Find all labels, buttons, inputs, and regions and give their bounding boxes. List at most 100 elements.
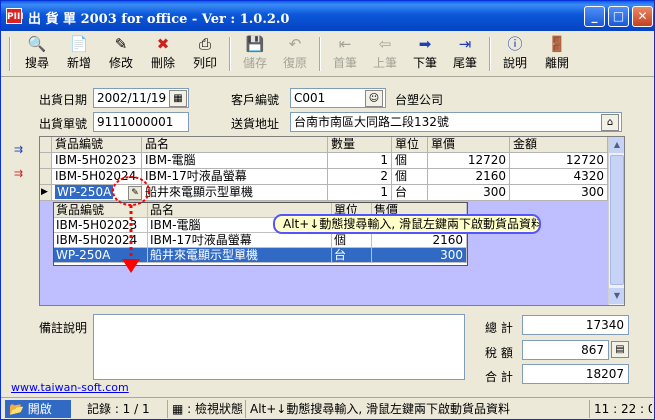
search-button[interactable]: 🔍 搜尋 — [19, 34, 55, 74]
ship-no-label: 出貨單號 — [39, 117, 88, 131]
grid-cell[interactable]: 12720 — [510, 153, 608, 169]
home-icon[interactable]: ⌂ — [601, 114, 619, 131]
toolbar: 🔍 搜尋 📄 新增 ✎ 修改 ✖ 刪除 ⎙ 列印 💾 儲存 ↶ 復原 ⇤ 首筆 ⇦ 上筆 ➡ 下筆 … — [1, 31, 654, 77]
grid-cell[interactable]: IBM-電腦 — [142, 153, 328, 169]
customer-no-label: 客戶編號 — [231, 93, 280, 107]
window-title: 出 貨 單 2003 for office - Ver : 1.0.2.0 — [28, 12, 290, 27]
insert-row-icon[interactable]: ⇉ — [14, 143, 23, 156]
lookup-cell-selected[interactable]: 船井來電顯示型單機 — [148, 248, 332, 263]
grid-cell[interactable]: 300 — [428, 185, 510, 201]
prev-record-button[interactable]: ⇦ 上筆 — [367, 34, 403, 74]
hint-panel: Alt+↓動態搜尋輸入, 滑鼠左鍵兩下啟動貨品資料 — [245, 400, 585, 418]
grand-total-field[interactable]: 18207 — [522, 364, 629, 384]
row-indicator[interactable] — [40, 153, 52, 169]
exit-button[interactable]: 🚪 離開 — [539, 34, 575, 74]
customer-icon[interactable]: ☺ — [365, 90, 383, 107]
calculator-icon[interactable]: ▤ — [611, 341, 629, 358]
address-label: 送貨地址 — [231, 117, 280, 131]
toolbar-separator — [319, 37, 321, 71]
help-icon: ⓘ — [507, 35, 523, 53]
address-field[interactable]: 台南市南區大同路二段132號 — [290, 112, 622, 132]
grid-cell[interactable]: 個 — [392, 153, 428, 169]
grid-scrollbar[interactable]: ▲ ▼ — [608, 137, 624, 305]
edit-icon: ✎ — [114, 35, 128, 53]
exit-icon: 🚪 — [547, 35, 567, 53]
last-record-button[interactable]: ⇥ 尾筆 — [447, 34, 483, 74]
grid-cell[interactable]: IBM-5H02023 — [52, 153, 142, 169]
grid-cell[interactable]: 300 — [510, 185, 608, 201]
grid-cell[interactable]: 船井來電顯示型單機 — [142, 185, 328, 201]
calendar-icon[interactable]: ▦ — [169, 90, 187, 107]
lookup-cell[interactable]: 2160 — [372, 233, 467, 248]
grid-cell[interactable]: 2160 — [428, 169, 510, 185]
mode-panel: ▦ : 檢視狀態 — [167, 400, 243, 418]
grid-cell[interactable]: 4320 — [510, 169, 608, 185]
scroll-up-icon[interactable]: ▲ — [609, 137, 624, 153]
add-icon: 📄 — [69, 35, 89, 53]
app-window: PIII 出 貨 單 2003 for office - Ver : 1.0.2… — [0, 0, 655, 420]
row-indicator[interactable] — [40, 169, 52, 185]
save-button[interactable]: 💾 儲存 — [237, 34, 273, 74]
tax-field[interactable]: 867 — [522, 340, 609, 360]
scroll-down-icon[interactable]: ▼ — [609, 288, 624, 304]
current-row-indicator[interactable]: ▶ — [40, 185, 52, 201]
grand-total-label: 合 計 — [485, 370, 513, 384]
scroll-thumb[interactable] — [610, 155, 624, 285]
notes-textarea[interactable] — [93, 314, 465, 380]
grid-cell[interactable]: 12720 — [428, 153, 510, 169]
grid-corner — [40, 137, 52, 153]
lookup-cell[interactable]: 個 — [332, 233, 372, 248]
next-icon: ➡ — [418, 35, 432, 53]
maximize-button[interactable]: □ — [608, 6, 629, 27]
clock-panel: 11 : 22 : 01 — [589, 400, 652, 418]
toolbar-separator — [9, 37, 11, 71]
total-field[interactable]: 17340 — [522, 315, 629, 335]
grid-icon: ▦ : — [172, 402, 196, 416]
grid-cell[interactable]: 1 — [328, 153, 392, 169]
minimize-button[interactable]: _ — [584, 6, 605, 27]
search-icon: 🔍 — [27, 35, 47, 53]
lookup-cell-selected[interactable]: 台 — [332, 248, 372, 263]
grid-cell[interactable]: 1 — [328, 185, 392, 201]
grid-header[interactable]: 貨品編號 — [52, 137, 142, 153]
print-icon: ⎙ — [198, 35, 211, 53]
delete-icon: ✖ — [156, 35, 170, 53]
grid-header[interactable]: 金額 — [510, 137, 608, 153]
first-record-button[interactable]: ⇤ 首筆 — [327, 34, 363, 74]
edit-button[interactable]: ✎ 修改 — [103, 34, 139, 74]
website-link[interactable]: www.taiwan-soft.com — [11, 381, 129, 394]
toolbar-separator — [489, 37, 491, 71]
delete-button[interactable]: ✖ 刪除 — [145, 34, 181, 74]
next-record-button[interactable]: ➡ 下筆 — [407, 34, 443, 74]
first-icon: ⇤ — [338, 35, 352, 53]
grid-cell[interactable]: 2 — [328, 169, 392, 185]
total-label: 總 計 — [485, 321, 513, 335]
status-bar: 📂 開啟 記錄 : 1 / 1 ▦ : 檢視狀態 Alt+↓動態搜尋輸入, 滑鼠… — [1, 397, 654, 419]
customer-name: 台塑公司 — [395, 93, 444, 107]
grid-cell[interactable]: 台 — [392, 185, 428, 201]
start-panel[interactable]: 📂 開啟 — [5, 400, 71, 418]
grid-header[interactable]: 單位 — [392, 137, 428, 153]
ship-date-label: 出貨日期 — [39, 93, 88, 107]
lookup-cell[interactable]: IBM-17吋液晶螢幕 — [148, 233, 332, 248]
print-button[interactable]: ⎙ 列印 — [187, 34, 223, 74]
hint-tooltip: Alt+↓動態搜尋輸入, 滑鼠左鍵兩下啟動貨品資料 — [273, 214, 541, 234]
ship-no-field[interactable]: 9111000001 — [93, 112, 189, 132]
delete-row-icon[interactable]: ⇉ — [14, 167, 23, 180]
notes-label: 備註說明 — [39, 321, 88, 335]
app-icon: PIII — [6, 8, 24, 24]
grid-cell[interactable]: 個 — [392, 169, 428, 185]
grid-header[interactable]: 品名 — [142, 137, 328, 153]
title-bar[interactable]: PIII 出 貨 單 2003 for office - Ver : 1.0.2… — [1, 1, 654, 31]
annotation-arrow — [112, 176, 150, 273]
toolbar-separator — [229, 37, 231, 71]
grid-header[interactable]: 單價 — [428, 137, 510, 153]
close-button[interactable]: ✕ — [632, 6, 653, 27]
grid-header[interactable]: 數量 — [328, 137, 392, 153]
help-button[interactable]: ⓘ 說明 — [497, 34, 533, 74]
lookup-cell-selected[interactable]: 300 — [372, 248, 467, 263]
add-button[interactable]: 📄 新增 — [61, 34, 97, 74]
grid-cell[interactable]: IBM-17吋液晶螢幕 — [142, 169, 328, 185]
restore-button[interactable]: ↶ 復原 — [277, 34, 313, 74]
tax-label: 稅 額 — [485, 346, 513, 360]
